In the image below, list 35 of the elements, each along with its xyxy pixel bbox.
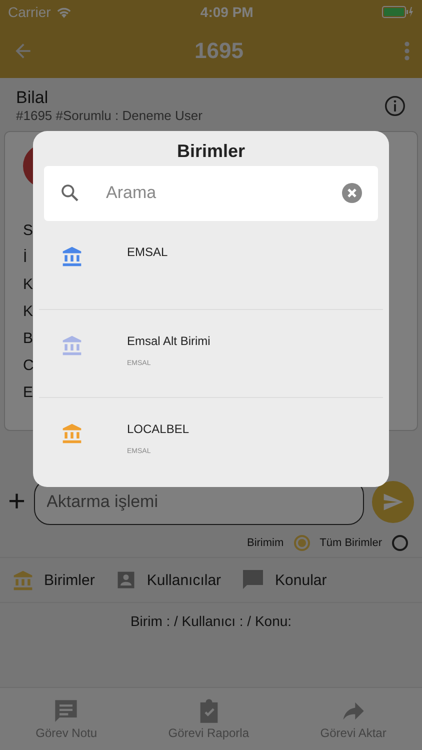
unit-list-item[interactable]: EMSAL — [39, 220, 383, 310]
note-icon — [53, 698, 80, 724]
search-field[interactable]: Arama — [104, 182, 318, 204]
wifi-icon — [56, 6, 72, 18]
battery-icon — [382, 6, 414, 18]
tab[interactable]: Kullanıcılar — [114, 568, 222, 592]
add-button[interactable]: + — [8, 487, 26, 517]
card-text: B — [23, 330, 34, 347]
radio-button[interactable] — [392, 535, 408, 551]
clear-button[interactable] — [342, 183, 362, 204]
dialog-title: Birimler — [176, 140, 246, 163]
unit-name: EMSAL — [127, 244, 168, 259]
tab[interactable]: Birimler — [12, 568, 95, 592]
search-icon — [60, 183, 80, 204]
task-meta: #1695 #Sorumlu : Deneme User — [16, 108, 202, 123]
search-bar[interactable]: Arama — [44, 166, 378, 221]
task-name: Bilal — [16, 88, 50, 108]
card-text: E — [23, 384, 34, 401]
tab[interactable]: Konular — [241, 568, 327, 592]
clock: 4:09 PM — [200, 4, 254, 20]
send-icon — [382, 491, 404, 513]
radio-label: Birimim — [246, 537, 284, 549]
unit-name: LOCALBEL — [127, 422, 190, 436]
card-text: İ — [23, 249, 28, 266]
card-text: K — [23, 303, 34, 320]
header-title: 1695 — [194, 38, 244, 64]
info-icon[interactable] — [384, 94, 406, 116]
carrier-label: Carrier — [8, 4, 51, 20]
radio-label: Tüm Birimler — [320, 537, 382, 549]
send-button[interactable] — [372, 481, 414, 523]
card-text: S — [23, 222, 34, 239]
selection-summary: Birim : / Kullanıcı : / Konu: — [129, 612, 293, 631]
card-text: K — [23, 276, 34, 293]
card-text: C — [23, 357, 34, 374]
unit-name: Emsal Alt Birimi — [127, 334, 210, 348]
